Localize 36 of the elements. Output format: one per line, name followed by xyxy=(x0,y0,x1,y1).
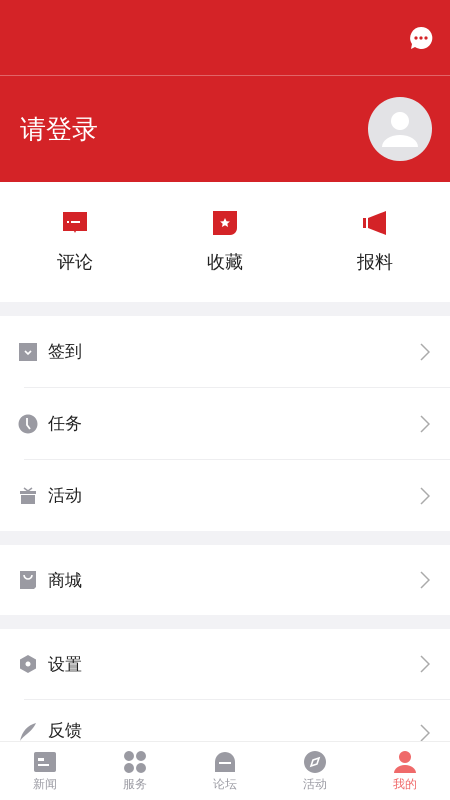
bag-icon xyxy=(18,570,38,590)
menu-label: 任务 xyxy=(48,413,83,435)
checkbox-icon xyxy=(18,342,38,362)
menu-row[interactable]: 反馈 xyxy=(0,700,450,742)
person-icon xyxy=(393,750,417,774)
chevron-right-icon xyxy=(420,571,430,589)
quick-action-button[interactable]: 收藏 xyxy=(207,182,243,302)
megaphone-icon xyxy=(362,210,388,236)
clock-icon xyxy=(18,414,38,434)
menu-row[interactable]: 设置 xyxy=(0,629,450,699)
chevron-right-icon xyxy=(420,486,430,504)
menu-row[interactable]: 商城 xyxy=(0,545,450,615)
menu-label: 商城 xyxy=(48,570,83,592)
chevron-right-icon xyxy=(420,655,430,673)
login-link[interactable]: 请登录 xyxy=(20,112,98,146)
menu-label: 反馈 xyxy=(48,720,83,742)
chevron-right-icon xyxy=(420,724,430,742)
menu-row[interactable]: 活动 xyxy=(0,460,450,531)
menu-label: 设置 xyxy=(48,654,83,676)
menu-label: 签到 xyxy=(48,341,83,363)
feather-icon xyxy=(18,722,38,742)
menu-row[interactable]: 签到 xyxy=(0,316,450,387)
compass-icon xyxy=(303,750,327,774)
gift-icon xyxy=(18,486,38,506)
quick-action-button[interactable]: 评论 xyxy=(57,182,93,302)
message-icon[interactable] xyxy=(409,26,433,50)
grid-icon xyxy=(123,750,147,774)
menu-label: 活动 xyxy=(48,485,83,507)
chevron-right-icon xyxy=(420,342,430,360)
menu-row[interactable]: 任务 xyxy=(0,388,450,459)
chevron-right-icon xyxy=(420,414,430,432)
person-icon xyxy=(380,109,420,149)
settings-icon xyxy=(18,654,38,674)
chat-bubble-icon xyxy=(213,750,237,774)
quick-action-button[interactable]: 报料 xyxy=(357,182,393,302)
newspaper-icon xyxy=(33,750,57,774)
